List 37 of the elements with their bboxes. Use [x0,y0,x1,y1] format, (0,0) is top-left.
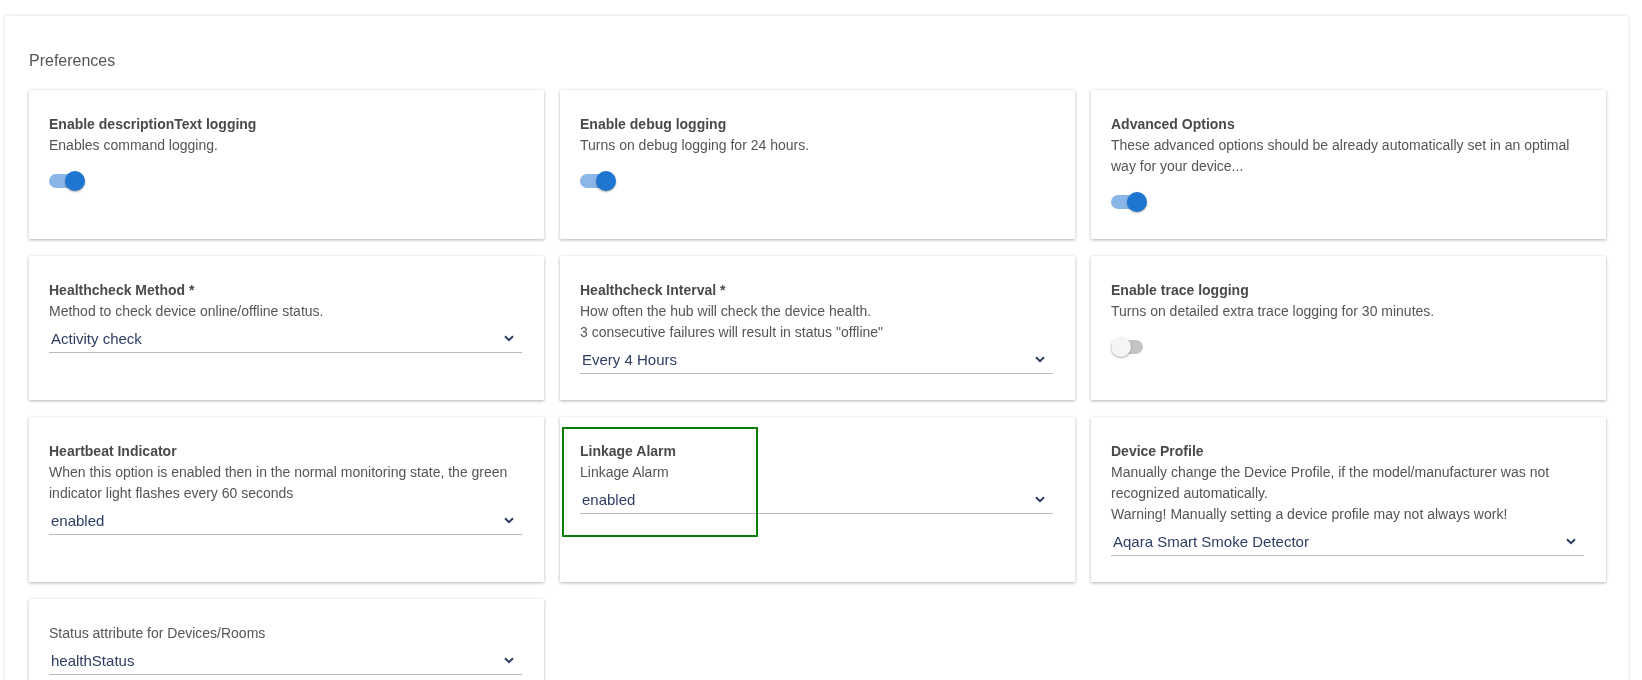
chevron-down-icon [504,657,514,664]
preference-description: These advanced options should be already automatically set in an optimal way for your device... [1111,136,1571,176]
toggle-switch[interactable] [580,170,616,192]
preference-description: How often the hub will check the device health. [580,302,873,321]
preference-description: Enables command logging. [49,136,219,155]
dropdown-select[interactable]: Activity check [49,324,522,353]
toggle-switch[interactable] [1111,191,1147,213]
chevron-down-icon [1035,356,1045,363]
preference-description: Turns on debug logging for 24 hours. [580,136,811,155]
preference-description: 3 consecutive failures will result in status "offline" [580,323,885,342]
chevron-down-icon [504,335,514,342]
dropdown-select[interactable]: healthStatus [49,646,522,675]
preference-description: Method to check device online/offline status. [49,302,325,321]
preference-description: Turns on detailed extra trace logging for 30 minutes. [1111,302,1436,321]
chevron-down-icon [1035,496,1045,503]
preference-title: Advanced Options [1111,115,1236,134]
preference-title: Heartbeat Indicator [49,442,178,461]
preference-title: Linkage Alarm [580,442,677,461]
chevron-down-icon [1566,538,1576,545]
dropdown-select[interactable]: enabled [580,485,1053,514]
preference-description: Status attribute for Devices/Rooms [49,624,267,643]
preference-title: Device Profile [1111,442,1205,461]
preference-description: Manually change the Device Profile, if the model/manufacturer was not recognized automatically. [1111,463,1551,503]
toggle-switch[interactable] [49,170,85,192]
preference-title: Enable debug logging [580,115,728,134]
section-title: Preferences [29,52,117,70]
preference-title: Healthcheck Interval * [580,281,727,300]
dropdown-select[interactable]: enabled [49,506,522,535]
preference-description: When this option is enabled then in the normal monitoring state, the green indicator light flashes every 60 seconds [49,463,509,503]
preference-title: Enable descriptionText logging [49,115,258,134]
preference-title: Healthcheck Method * [49,281,196,300]
preference-title: Enable trace logging [1111,281,1250,300]
dropdown-select[interactable]: Aqara Smart Smoke Detector [1111,527,1584,556]
preference-description: Warning! Manually setting a device profile may not always work! [1111,505,1509,524]
dropdown-select[interactable]: Every 4 Hours [580,345,1053,374]
preference-description: Linkage Alarm [580,463,670,482]
chevron-down-icon [504,517,514,524]
